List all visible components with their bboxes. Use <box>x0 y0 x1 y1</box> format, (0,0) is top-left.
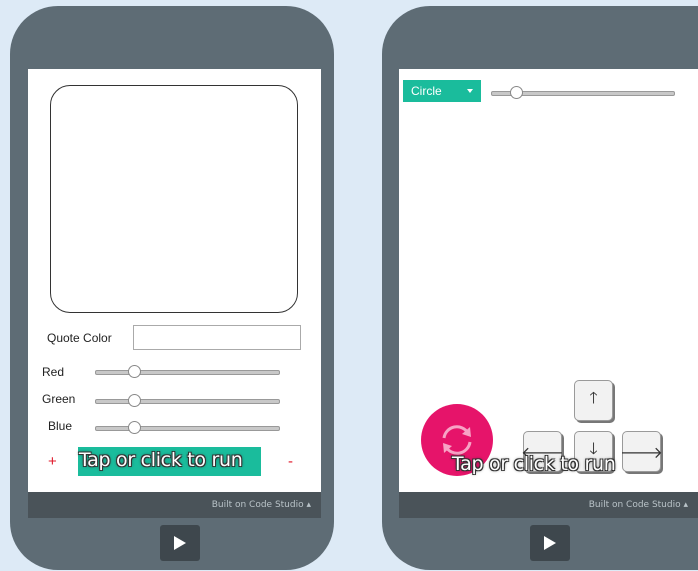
blue-slider[interactable] <box>95 421 280 434</box>
size-slider-thumb[interactable] <box>510 86 523 99</box>
code-studio-footer[interactable]: Built on Code Studio ▴ <box>399 492 698 518</box>
red-label: Red <box>42 365 65 379</box>
red-slider-track <box>95 370 280 375</box>
right-phone-frame: Circle 🡑 🡐 🡓 🡒 Tap or click to run Built… <box>382 6 698 570</box>
green-slider-thumb[interactable] <box>128 394 141 407</box>
run-button[interactable] <box>160 525 200 561</box>
left-app-screen: Quote Color Red Green Blue + - Tap or cl… <box>28 69 321 492</box>
run-button[interactable] <box>530 525 570 561</box>
up-arrow-key[interactable]: 🡑 <box>574 380 613 421</box>
red-slider[interactable] <box>95 365 280 378</box>
chevron-down-icon <box>467 89 473 93</box>
code-studio-footer[interactable]: Built on Code Studio ▴ <box>28 492 321 518</box>
size-slider[interactable] <box>491 86 675 99</box>
green-slider-track <box>95 399 280 404</box>
shape-select-value: Circle <box>411 84 442 98</box>
green-slider[interactable] <box>95 394 280 407</box>
red-slider-thumb[interactable] <box>128 365 141 378</box>
green-label: Green <box>42 392 76 406</box>
plus-button[interactable]: + <box>48 453 57 470</box>
play-icon <box>174 536 186 550</box>
minus-button[interactable]: - <box>288 453 293 470</box>
shape-select[interactable]: Circle <box>403 80 481 102</box>
blue-slider-thumb[interactable] <box>128 421 141 434</box>
tap-to-run-overlay[interactable]: Tap or click to run <box>79 449 243 471</box>
up-arrow-icon: 🡑 <box>589 388 598 407</box>
blue-slider-track <box>95 426 280 431</box>
left-phone-frame: Quote Color Red Green Blue + - Tap or cl… <box>10 6 334 570</box>
play-icon <box>544 536 556 550</box>
tap-to-run-overlay[interactable]: Tap or click to run <box>452 453 616 475</box>
right-arrow-icon: 🡒 <box>620 442 663 462</box>
quote-color-label: Quote Color <box>47 331 112 345</box>
blue-label: Blue <box>48 419 73 433</box>
right-arrow-key[interactable]: 🡒 <box>620 431 663 472</box>
quote-display-box <box>50 85 298 313</box>
quote-color-input[interactable] <box>133 325 301 350</box>
right-app-screen: Circle 🡑 🡐 🡓 🡒 Tap or click to run <box>399 69 698 492</box>
